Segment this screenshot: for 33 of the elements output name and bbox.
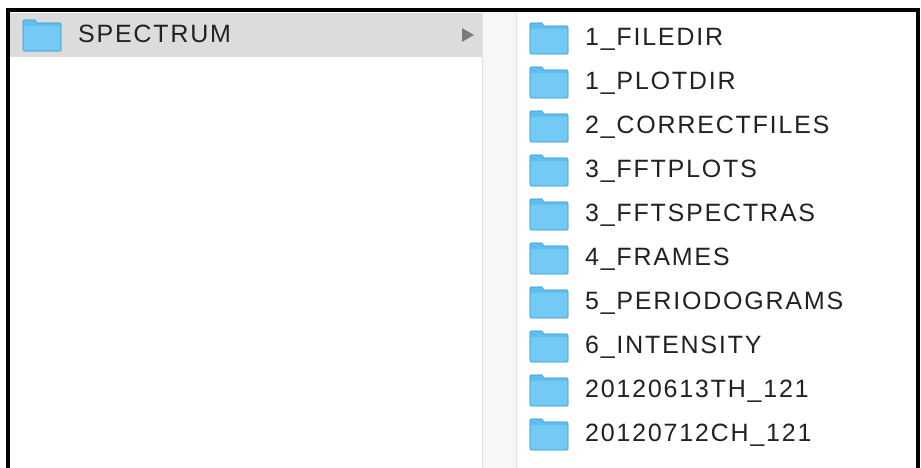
folder-row[interactable]: 3_FFTPLOTS <box>517 148 916 192</box>
folder-icon <box>529 22 569 54</box>
folder-row[interactable]: 1_PLOTDIR <box>517 60 916 104</box>
folder-row[interactable]: 20120613TH_121 <box>517 368 916 412</box>
folder-row[interactable]: 5_PERIODOGRAMS <box>517 280 916 324</box>
folder-name: 20120712CH_121 <box>585 418 814 450</box>
folder-name: 1_PLOTDIR <box>585 66 738 98</box>
folder-row[interactable]: 2_CORRECTFILES <box>517 104 916 148</box>
folder-row[interactable]: 3_FFTSPECTRAS <box>517 192 916 236</box>
folder-icon <box>529 110 569 142</box>
folder-row[interactable]: SPECTRUM <box>10 13 482 57</box>
folder-name: 3_FFTPLOTS <box>585 154 759 186</box>
folder-name: 1_FILEDIR <box>585 22 725 54</box>
folder-row[interactable]: 6_INTENSITY <box>517 324 916 368</box>
folder-icon <box>529 154 569 186</box>
folder-name: 3_FFTSPECTRAS <box>585 198 817 230</box>
folder-icon <box>529 198 569 230</box>
folder-name: 5_PERIODOGRAMS <box>585 286 845 318</box>
folder-icon <box>529 374 569 406</box>
folder-name: 4_FRAMES <box>585 242 732 274</box>
folder-icon <box>529 330 569 362</box>
folder-icon <box>529 242 569 274</box>
folder-name: 2_CORRECTFILES <box>585 110 832 142</box>
folder-icon <box>529 66 569 98</box>
folder-name: SPECTRUM <box>78 19 233 50</box>
folder-row[interactable]: 4_FRAMES <box>517 236 916 280</box>
folder-icon <box>22 18 62 52</box>
folder-icon <box>529 286 569 318</box>
folder-icon <box>529 418 569 450</box>
folder-row[interactable]: 20120712CH_121 <box>517 412 916 456</box>
folder-name: 20120613TH_121 <box>585 374 810 406</box>
folder-name: 6_INTENSITY <box>585 330 764 362</box>
folder-row[interactable]: 1_FILEDIR <box>517 16 916 60</box>
